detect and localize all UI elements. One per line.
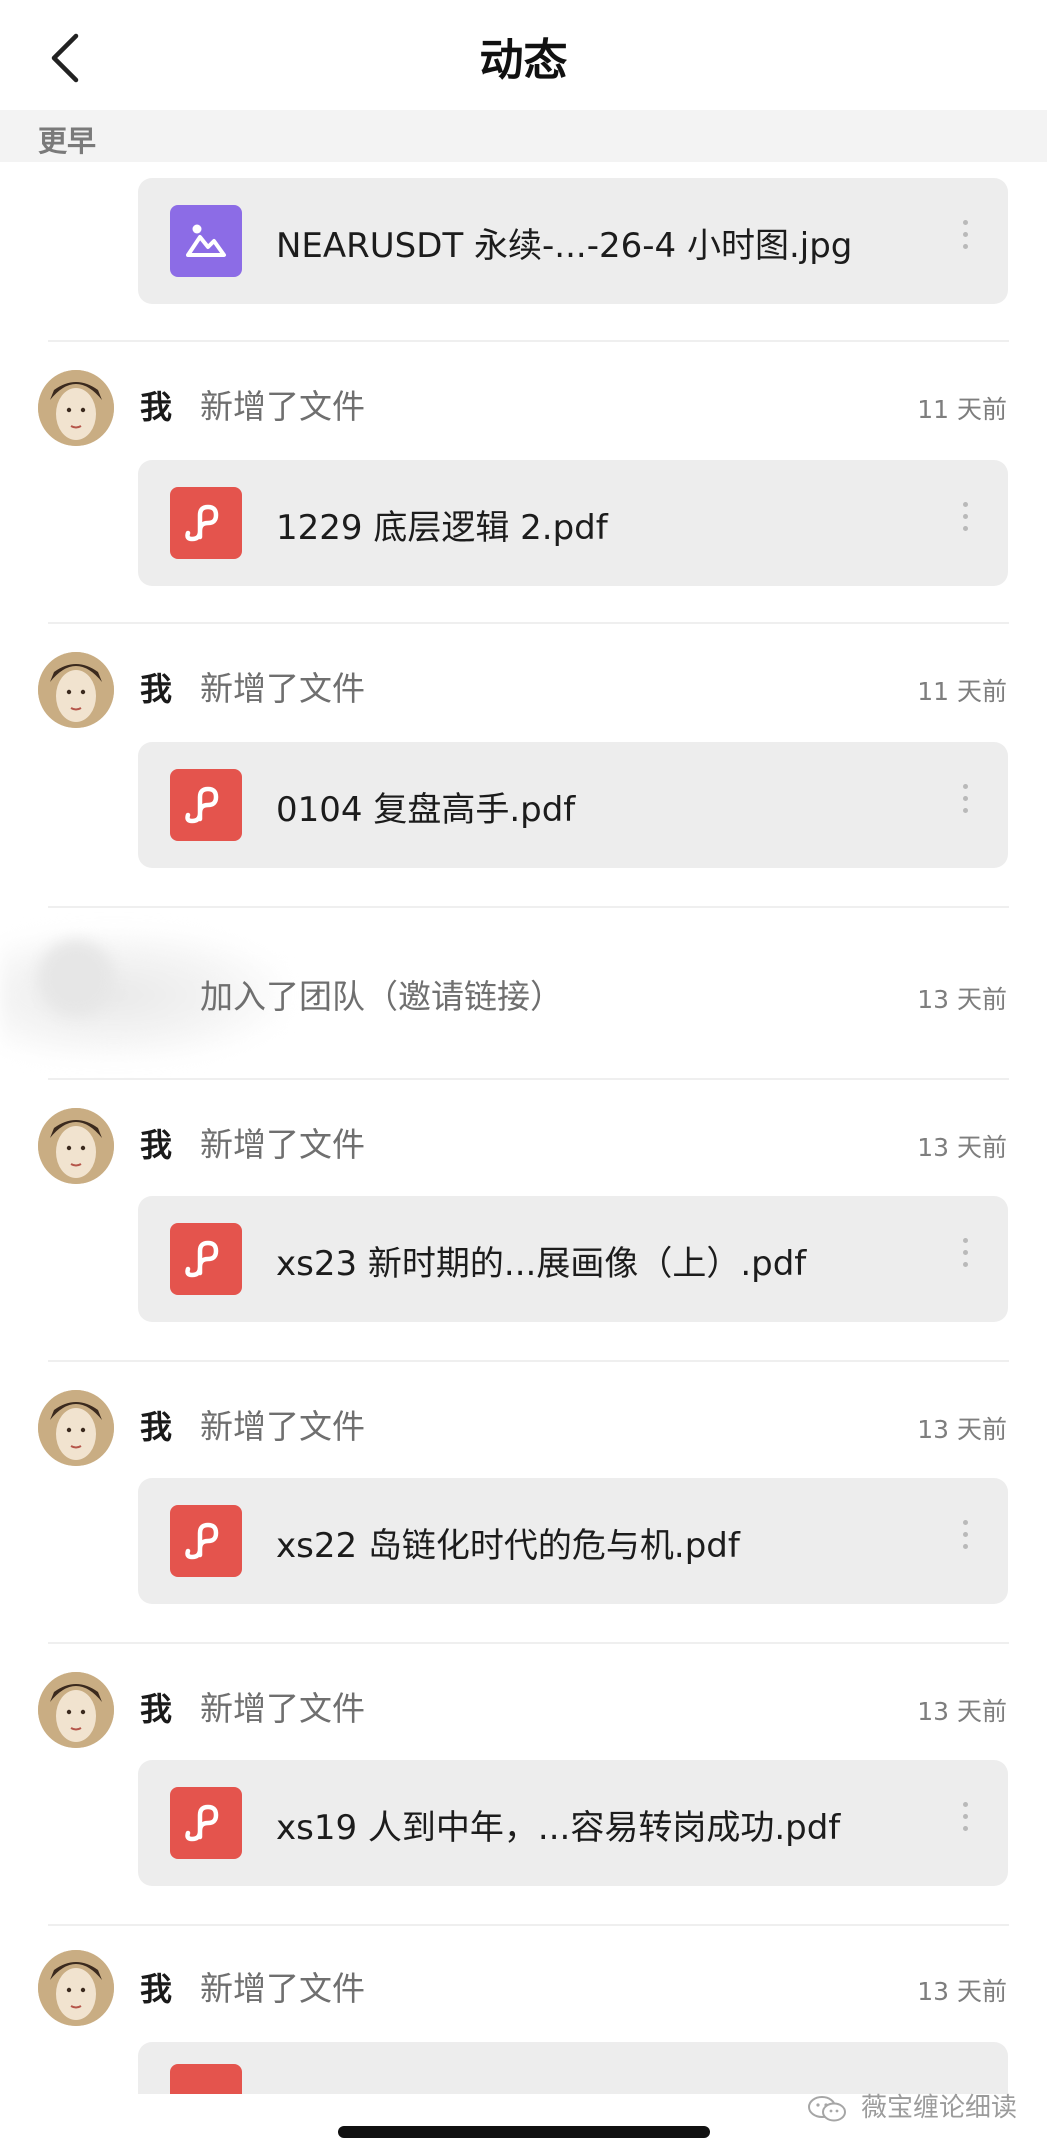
pdf-file-icon [170, 1787, 242, 1859]
file-name: 0104 复盘高手.pdf [276, 790, 576, 830]
page-title: 动态 [479, 35, 568, 86]
divider [48, 1360, 1009, 1362]
timestamp: 13 天前 [917, 1133, 1007, 1162]
pdf-file-icon [170, 487, 242, 559]
activity-text: 新增了文件 [200, 1407, 365, 1446]
activity-text: 新增了文件 [200, 669, 365, 708]
divider [48, 622, 1009, 624]
avatar[interactable] [38, 652, 114, 728]
activity-text: 新增了文件 [200, 1969, 365, 2008]
activity-text: 新增了文件 [200, 1125, 365, 1164]
nav-bar: 动态 [0, 0, 1047, 110]
author-name: 我 [140, 1408, 173, 1446]
author-name: 我 [140, 1126, 173, 1164]
file-name: 1229 底层逻辑 2.pdf [276, 508, 608, 548]
more-options-icon[interactable] [960, 784, 970, 824]
avatar[interactable] [38, 940, 114, 1016]
divider [48, 906, 1009, 908]
section-label: 更早 [38, 124, 97, 158]
file-card[interactable]: NEARUSDT 永续-...-26-4 小时图.jpg [138, 178, 1008, 304]
file-name: xs19 人到中年，...容易转岗成功.pdf [276, 1808, 841, 1848]
divider [48, 1642, 1009, 1644]
divider [48, 1078, 1009, 1080]
watermark: 薇宝缠论细读 [807, 2087, 1017, 2124]
divider [48, 340, 1009, 342]
timestamp: 11 天前 [917, 677, 1007, 706]
author-name: 我 [140, 1970, 173, 2008]
pdf-file-icon [170, 1223, 242, 1295]
avatar[interactable] [38, 1672, 114, 1748]
file-card[interactable]: 1229 底层逻辑 2.pdf [138, 460, 1008, 586]
avatar[interactable] [38, 1950, 114, 2026]
image-file-icon [170, 205, 242, 277]
avatar[interactable] [38, 1390, 114, 1466]
pdf-file-icon [170, 769, 242, 841]
timestamp: 13 天前 [917, 1697, 1007, 1726]
file-card[interactable]: xs19 人到中年，...容易转岗成功.pdf [138, 1760, 1008, 1886]
author-name: 我 [140, 388, 173, 426]
author-name: 我 [140, 1690, 173, 1728]
more-options-icon[interactable] [960, 220, 970, 260]
more-options-icon[interactable] [960, 1520, 970, 1560]
file-name: xs22 岛链化时代的危与机.pdf [276, 1526, 740, 1566]
watermark-text: 薇宝缠论细读 [860, 2093, 1017, 2123]
avatar[interactable] [38, 1108, 114, 1184]
author-name: 我 [140, 670, 173, 708]
activity-text: 加入了团队（邀请链接） [200, 977, 563, 1016]
pdf-file-icon [170, 1505, 242, 1577]
timestamp: 11 天前 [917, 395, 1007, 424]
file-name: NEARUSDT 永续-...-26-4 小时图.jpg [276, 226, 853, 266]
divider [48, 1924, 1009, 1926]
file-card[interactable]: 0104 复盘高手.pdf [138, 742, 1008, 868]
timestamp: 13 天前 [917, 1977, 1007, 2006]
section-header: 更早 [0, 110, 1047, 162]
activity-text: 新增了文件 [200, 387, 365, 426]
file-name: xs23 新时期的...展画像（上）.pdf [276, 1244, 807, 1284]
file-card[interactable]: xs23 新时期的...展画像（上）.pdf [138, 1196, 1008, 1322]
file-card[interactable]: xs22 岛链化时代的危与机.pdf [138, 1478, 1008, 1604]
more-options-icon[interactable] [960, 1802, 970, 1842]
more-options-icon[interactable] [960, 1238, 970, 1278]
timestamp: 13 天前 [917, 1415, 1007, 1444]
timestamp: 13 天前 [917, 985, 1007, 1014]
avatar[interactable] [38, 370, 114, 446]
more-options-icon[interactable] [960, 502, 970, 542]
activity-text: 新增了文件 [200, 1689, 365, 1728]
home-indicator[interactable] [338, 2126, 710, 2138]
wechat-icon [807, 2095, 846, 2121]
pdf-file-icon [170, 2064, 242, 2094]
